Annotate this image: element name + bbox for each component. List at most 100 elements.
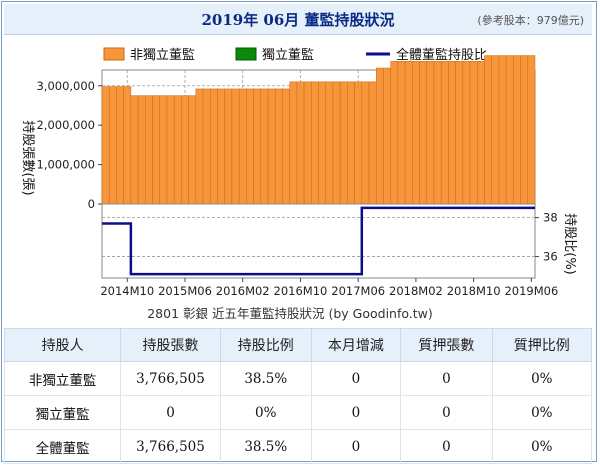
x-tick-label: 2018M10 xyxy=(447,284,501,298)
legend-swatch-independent xyxy=(235,47,257,61)
legend-label-independent: 獨立董監 xyxy=(262,47,314,63)
x-axis: 2014M10 2015M06 2016M02 2016M10 2017M06 2018M… xyxy=(100,278,558,298)
bar-non-independent xyxy=(462,61,471,205)
bar-non-independent xyxy=(224,88,233,205)
bar-non-independent xyxy=(260,88,269,205)
row-pledged-shares: 0 xyxy=(400,395,493,430)
bar-non-independent xyxy=(505,55,514,205)
col-header-pledged-shares: 質押張數 xyxy=(400,328,493,362)
row-change: 0 xyxy=(310,429,402,464)
bar-non-independent xyxy=(448,61,456,205)
bottom-panel-grid xyxy=(101,203,536,279)
bar-non-independent xyxy=(238,88,247,205)
bar-non-independent xyxy=(296,81,305,205)
chart-source-label: 2801 彰銀 近五年董監持股狀況 (by Goodinfo.tw) xyxy=(147,306,433,321)
bar-non-independent xyxy=(412,61,420,205)
bar-non-independent xyxy=(289,81,298,205)
bottom-plot-area xyxy=(101,203,536,279)
x-tick-label: 2014M10 xyxy=(100,284,154,298)
bar-non-independent xyxy=(311,81,319,205)
bar-non-independent xyxy=(433,61,442,205)
x-tick-label: 2016M10 xyxy=(274,284,328,298)
left-axis: 3,000,000 2,000,000 1,000,000 0 xyxy=(36,79,102,211)
y-axis-right-title: 持股比(%) xyxy=(562,213,577,275)
bar-non-independent xyxy=(513,55,521,205)
bar-non-independent xyxy=(404,61,413,205)
legend-label-ratio: 全體董監持股比 xyxy=(396,47,487,63)
bar-non-independent xyxy=(383,67,391,205)
bar-non-independent xyxy=(332,81,341,205)
row-pledged-ratio: 0% xyxy=(491,429,593,464)
bar-non-independent xyxy=(173,95,182,205)
x-tick-label: 2018M02 xyxy=(389,284,443,298)
row-ratio: 38.5% xyxy=(219,361,312,396)
bar-non-independent xyxy=(217,88,225,205)
bar-non-independent xyxy=(145,95,153,205)
bar-non-independent xyxy=(469,61,478,205)
col-header-pledged-ratio: 質押比例 xyxy=(491,328,593,362)
bar-non-independent xyxy=(520,55,529,205)
bar-non-independent xyxy=(152,95,160,205)
bar-non-independent xyxy=(210,88,218,205)
bar-non-independent xyxy=(195,88,204,205)
table-row: 非獨立董監 3,766,505 38.5% 0 0 0% xyxy=(3,361,593,396)
bar-non-independent xyxy=(318,81,326,205)
bar-non-independent xyxy=(231,88,240,205)
y-tick-label-right: 38 xyxy=(543,211,558,225)
bar-non-independent xyxy=(246,88,254,205)
y-tick-label-left: 0 xyxy=(88,197,95,211)
row-pledged-ratio: 0% xyxy=(491,395,593,430)
bar-non-independent xyxy=(484,55,492,205)
bar-non-independent xyxy=(419,61,427,205)
table-row: 獨立董監 0 0% 0 0 0% xyxy=(3,395,593,430)
y-axis-left-title: 持股張數(張) xyxy=(20,120,35,195)
col-header-change: 本月增減 xyxy=(310,328,402,362)
row-shares: 3,766,505 xyxy=(120,361,221,396)
row-pledged-ratio: 0% xyxy=(491,361,593,396)
holdings-table: 持股人 持股張數 持股比例 本月增減 質押張數 質押比例 非獨立董監 3,766… xyxy=(3,328,593,464)
bar-non-independent xyxy=(282,88,290,205)
x-tick-label: 2019M06 xyxy=(504,284,558,298)
bar-non-independent xyxy=(354,81,363,205)
bar-non-independent xyxy=(339,81,348,205)
bar-non-independent xyxy=(527,55,536,205)
bar-non-independent xyxy=(116,86,124,205)
row-pledged-shares: 0 xyxy=(400,361,493,396)
legend-label-non-independent: 非獨立董監 xyxy=(130,47,195,63)
bar-non-independent xyxy=(455,61,464,205)
row-pledged-shares: 0 xyxy=(400,429,493,464)
chart-legend: 非獨立董監 獨立董監 全體董監持股比 xyxy=(103,47,487,63)
bar-non-independent xyxy=(108,86,117,205)
right-axis: 38 36 xyxy=(535,211,558,264)
bar-non-independent xyxy=(274,88,283,205)
bar-non-independent xyxy=(368,81,377,205)
bar-non-independent xyxy=(253,88,262,205)
bar-non-independent xyxy=(123,86,132,205)
bar-non-independent xyxy=(188,95,197,205)
bar-non-independent xyxy=(397,61,406,205)
bar-non-independent xyxy=(491,55,500,205)
row-shares: 0 xyxy=(120,395,221,430)
bar-non-independent xyxy=(477,61,485,205)
row-ratio: 38.5% xyxy=(219,429,312,464)
x-tick-label: 2017M06 xyxy=(331,284,385,298)
row-holder: 全體董監 xyxy=(3,429,122,464)
bar-non-independent xyxy=(101,86,110,205)
x-tick-label: 2015M06 xyxy=(158,284,212,298)
table-row: 全體董監 3,766,505 38.5% 0 0 0% xyxy=(3,429,593,464)
y-tick-label-right: 36 xyxy=(543,250,558,264)
y-tick-label-left: 3,000,000 xyxy=(36,79,95,93)
bar-non-independent xyxy=(347,81,355,205)
row-holder: 獨立董監 xyxy=(3,395,122,430)
capital-note: (參考股本：979億元) xyxy=(477,14,584,27)
bar-non-independent xyxy=(375,67,384,205)
title-bar: 2019年 06月 董監持股狀況 (參考股本：979億元) xyxy=(4,4,592,35)
col-header-ratio: 持股比例 xyxy=(219,328,312,362)
row-change: 0 xyxy=(310,395,402,430)
row-change: 0 xyxy=(310,361,402,396)
row-shares: 3,766,505 xyxy=(120,429,221,464)
y-tick-label-left: 1,000,000 xyxy=(36,158,95,172)
col-header-holder: 持股人 xyxy=(3,328,122,362)
legend-swatch-non-independent xyxy=(103,47,125,61)
bar-non-independent xyxy=(202,88,211,205)
